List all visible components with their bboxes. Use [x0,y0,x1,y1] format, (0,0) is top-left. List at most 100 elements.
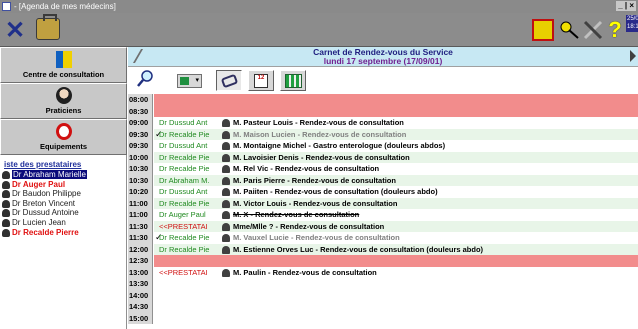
clock-time: 18:1 [627,24,638,30]
agenda-row[interactable]: 10:30 Dr Abraham M. M. Paris Pierre - Rend… [128,174,638,187]
appointment-text[interactable]: M. Lavoisier Denis - Rendez-vous de cons… [233,152,410,164]
agenda-row[interactable]: 14:30 [128,301,638,313]
appointment-text[interactable]: M. Vauxel Lucie - Rendez-vous de consult… [233,232,400,244]
appointment-text[interactable]: M. Paulin - Rendez-vous de consultation [233,267,377,279]
prestataires-list: Dr Abraham Marielle Dr Auger Paul Dr Baudo… [2,170,124,237]
nav-praticiens-button[interactable]: Praticiens [0,83,127,119]
agenda-slot[interactable] [154,255,638,267]
prestataire-item[interactable]: Dr Auger Paul [2,180,124,190]
agenda-row[interactable]: 08:30 [128,105,638,117]
patient-icon [222,211,230,219]
agenda-row[interactable]: 11:00 Dr Recalde Pie M. Victor Louis - Ren… [128,197,638,210]
door-icon [55,51,72,68]
slot-time: 12:30 [128,255,153,267]
agenda-slot[interactable] [154,105,638,117]
slot-time: 08:00 [128,94,153,106]
slot-time: 11:30 [128,232,153,244]
agenda-row[interactable]: 10:30 Dr Recalde Pie M. Rel Vic - Rendez-v… [128,163,638,175]
agenda-slot[interactable] [154,94,638,106]
agenda-row[interactable]: 13:00 <<PRESTATAI M. Paulin - Rendez-vous … [128,266,638,279]
agenda-row[interactable]: 12:30 [128,255,638,267]
slot-time: 12:00 [128,243,153,255]
left-panel: Centre de consultation Praticiens Equipe… [0,47,127,329]
calendar-view-button[interactable]: 12 [248,70,274,91]
slot-time: 09:30 [128,140,153,152]
window-title: - [Agenda de mes médecins] [14,2,116,11]
prestataire-name: Dr Breton Vincent [12,198,75,208]
appointment-text[interactable]: Mme/Mlle ? - Rendez-vous de consultation [233,221,384,233]
search-icon[interactable] [137,70,154,87]
agenda-row[interactable]: 11:30 ✓ Dr Recalde Pie M. Vauxel Lucie - Re… [128,232,638,244]
agenda-row[interactable]: 11:00 Dr Auger Paul M. X - Rendez-vous de … [128,209,638,221]
agenda-row[interactable]: 14:00 [128,289,638,301]
prestataire-item[interactable]: Dr Recalde Pierre [2,228,124,238]
agenda-row[interactable]: 13:30 [128,278,638,290]
prestataire-name: Dr Baudon Philippe [12,189,81,199]
patient-icon [222,222,230,231]
prestataire-item[interactable]: Dr Lucien Jean [2,218,124,228]
clock-date: 25/09/0 [627,16,638,22]
slot-time: 11:00 [128,197,153,209]
window-controls[interactable]: _ | × [616,1,636,11]
appointment-text[interactable]: M. Paris Pierre - Rendez-vous de consult… [233,175,396,187]
prestataire-name: Dr Auger Paul [12,179,66,189]
appointment-text[interactable]: M. Pasteur Louis - Rendez-vous de consul… [233,117,404,129]
agenda-date: lundi 17 septembre (17/09/01) [323,56,443,66]
slot-time: 11:00 [128,209,153,221]
tools-icon[interactable] [582,19,604,41]
appointment-text[interactable]: M. Estienne Orves Luc - Rendez-vous de c… [233,244,483,256]
prestataire-item[interactable]: Dr Breton Vincent [2,199,124,209]
appointment-text[interactable]: M. Victor Louis - Rendez-vous de consult… [233,198,397,210]
doctor-icon [2,228,10,237]
help-icon[interactable]: ? [604,19,626,41]
day-view-button[interactable] [216,70,242,91]
window-titlebar: - [Agenda de mes médecins] _ | × [0,0,638,13]
doctor-icon [55,87,72,104]
appointment-text[interactable]: M. Rel Vic - Rendez-vous de consultation [233,163,379,175]
slot-prestataire: Dr Recalde Pie [159,244,210,254]
slot-time: 15:00 [128,312,153,324]
prestataire-name: Dr Recalde Pierre [12,227,79,237]
agenda-slot[interactable] [154,289,638,301]
key-icon[interactable] [559,19,581,41]
appointment-text[interactable]: M. Paiiten - Rendez-vous de consultation… [233,186,438,198]
close-icon[interactable]: ✕ [5,19,25,43]
planning-view-button[interactable] [280,70,306,91]
agenda-row[interactable]: 12:00 Dr Recalde Pie M. Estienne Orves Luc… [128,243,638,256]
appointment-text[interactable]: M. X - Rendez-vous de consultation [233,209,359,221]
agenda-row[interactable]: 09:00 Dr Dussud Ant M. Pasteur Louis - Ren… [128,117,638,129]
ring-icon [220,73,239,89]
alert-icon[interactable] [532,19,554,41]
slot-time: 10:30 [128,163,153,175]
nav-praticiens-label: Praticiens [45,106,82,115]
slot-prestataire: <<PRESTATAI [159,221,208,231]
agenda-row[interactable]: 10:00 Dr Recalde Pie M. Lavoisier Denis - … [128,151,638,164]
prestataire-item[interactable]: Dr Baudon Philippe [2,189,124,199]
next-day-icon[interactable] [630,50,636,62]
appointment-text[interactable]: M. Montaigne Michel - Gastro enterologue… [233,140,445,152]
slot-prestataire: Dr Dussud Ant [159,187,208,196]
agenda-row[interactable]: 09:30 Dr Dussud Ant M. Montaigne Michel - … [128,140,638,152]
agenda-row[interactable]: 10:20 Dr Dussud Ant M. Paiiten - Rendez-vo… [128,186,638,198]
briefcase-icon[interactable] [36,14,60,40]
agenda-slot[interactable] [154,301,638,313]
view-selector[interactable]: ▾ [177,74,202,88]
nav-consultation-button[interactable]: Centre de consultation [0,47,127,83]
grid-icon [180,77,189,85]
prestataire-item[interactable]: Dr Dussud Antoine [2,208,124,218]
nav-equipements-button[interactable]: Equipements [0,119,127,155]
agenda-row[interactable]: 11:30 <<PRESTATAI Mme/Mlle ? - Rendez-vous… [128,220,638,233]
appointment-text[interactable]: M. Maison Lucien - Rendez-vous de consul… [233,129,406,141]
agenda-row[interactable]: 08:00 [128,94,638,106]
lifebuoy-icon [55,123,72,140]
prestataire-item[interactable]: Dr Abraham Marielle [2,170,124,180]
agenda-row[interactable]: 09:30 ✓ Dr Recalde Pie M. Maison Lucien - R… [128,128,638,141]
slot-prestataire: Dr Recalde Pie [159,129,210,139]
agenda-row[interactable]: 15:00 [128,312,638,324]
patient-icon [222,245,230,254]
agenda-slot[interactable] [154,278,638,290]
patient-icon [222,199,230,208]
patient-icon [222,130,230,139]
slot-time: 14:00 [128,289,153,301]
agenda-slot[interactable] [154,312,638,324]
